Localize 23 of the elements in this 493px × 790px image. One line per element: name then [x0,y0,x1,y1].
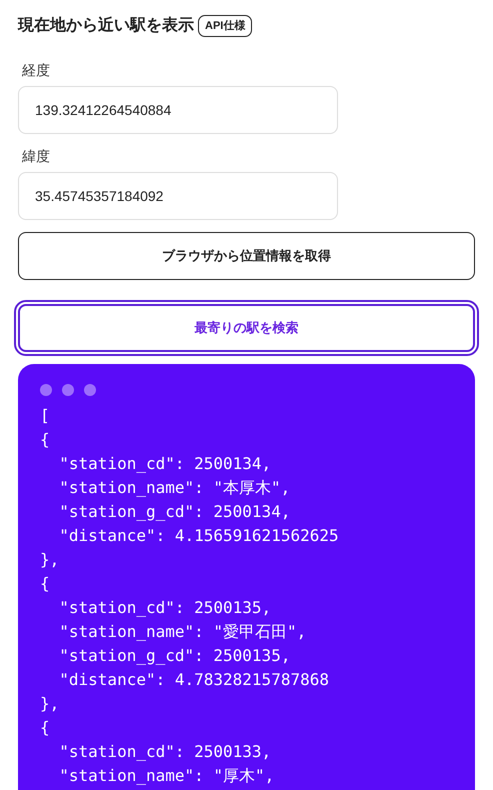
code-line: "station_cd": 2500135, [58,597,272,619]
input-field[interactable]: 35.45745357184092 [18,172,338,220]
code-line: "station_g_cd": 2500134, [58,501,290,523]
field-label: 経度 [22,61,51,80]
location-button[interactable]: ブラウザから位置情報を取得 [18,232,475,280]
code-line: "distance": 4.78328215787868 [58,669,329,691]
code-line: "station_cd": 2500133, [58,741,272,763]
code-line: "station_g_cd": 2500135, [58,645,290,667]
code-line: "station_name": "本厚木", [58,477,290,499]
code-line: }, [40,693,60,715]
field-label: 緯度 [22,147,51,166]
input-field[interactable]: 139.32412264540884 [18,86,338,134]
code-line: { [40,573,50,595]
page-title: 現在地から近い駅を表示 [18,15,194,36]
code-line: "distance": 4.156591621562625 [58,525,339,547]
code-line: [ [40,405,50,427]
code-line: "station_name": "愛甲石田", [58,621,306,643]
code-line: }, [40,549,60,571]
code-line: "station_name": "厚木", [58,765,274,787]
code-line: "station_cd": 2500134, [58,453,272,475]
code-line: { [40,429,50,451]
code-line: { [40,717,50,739]
api-spec-link[interactable]: API仕様 [198,14,252,38]
